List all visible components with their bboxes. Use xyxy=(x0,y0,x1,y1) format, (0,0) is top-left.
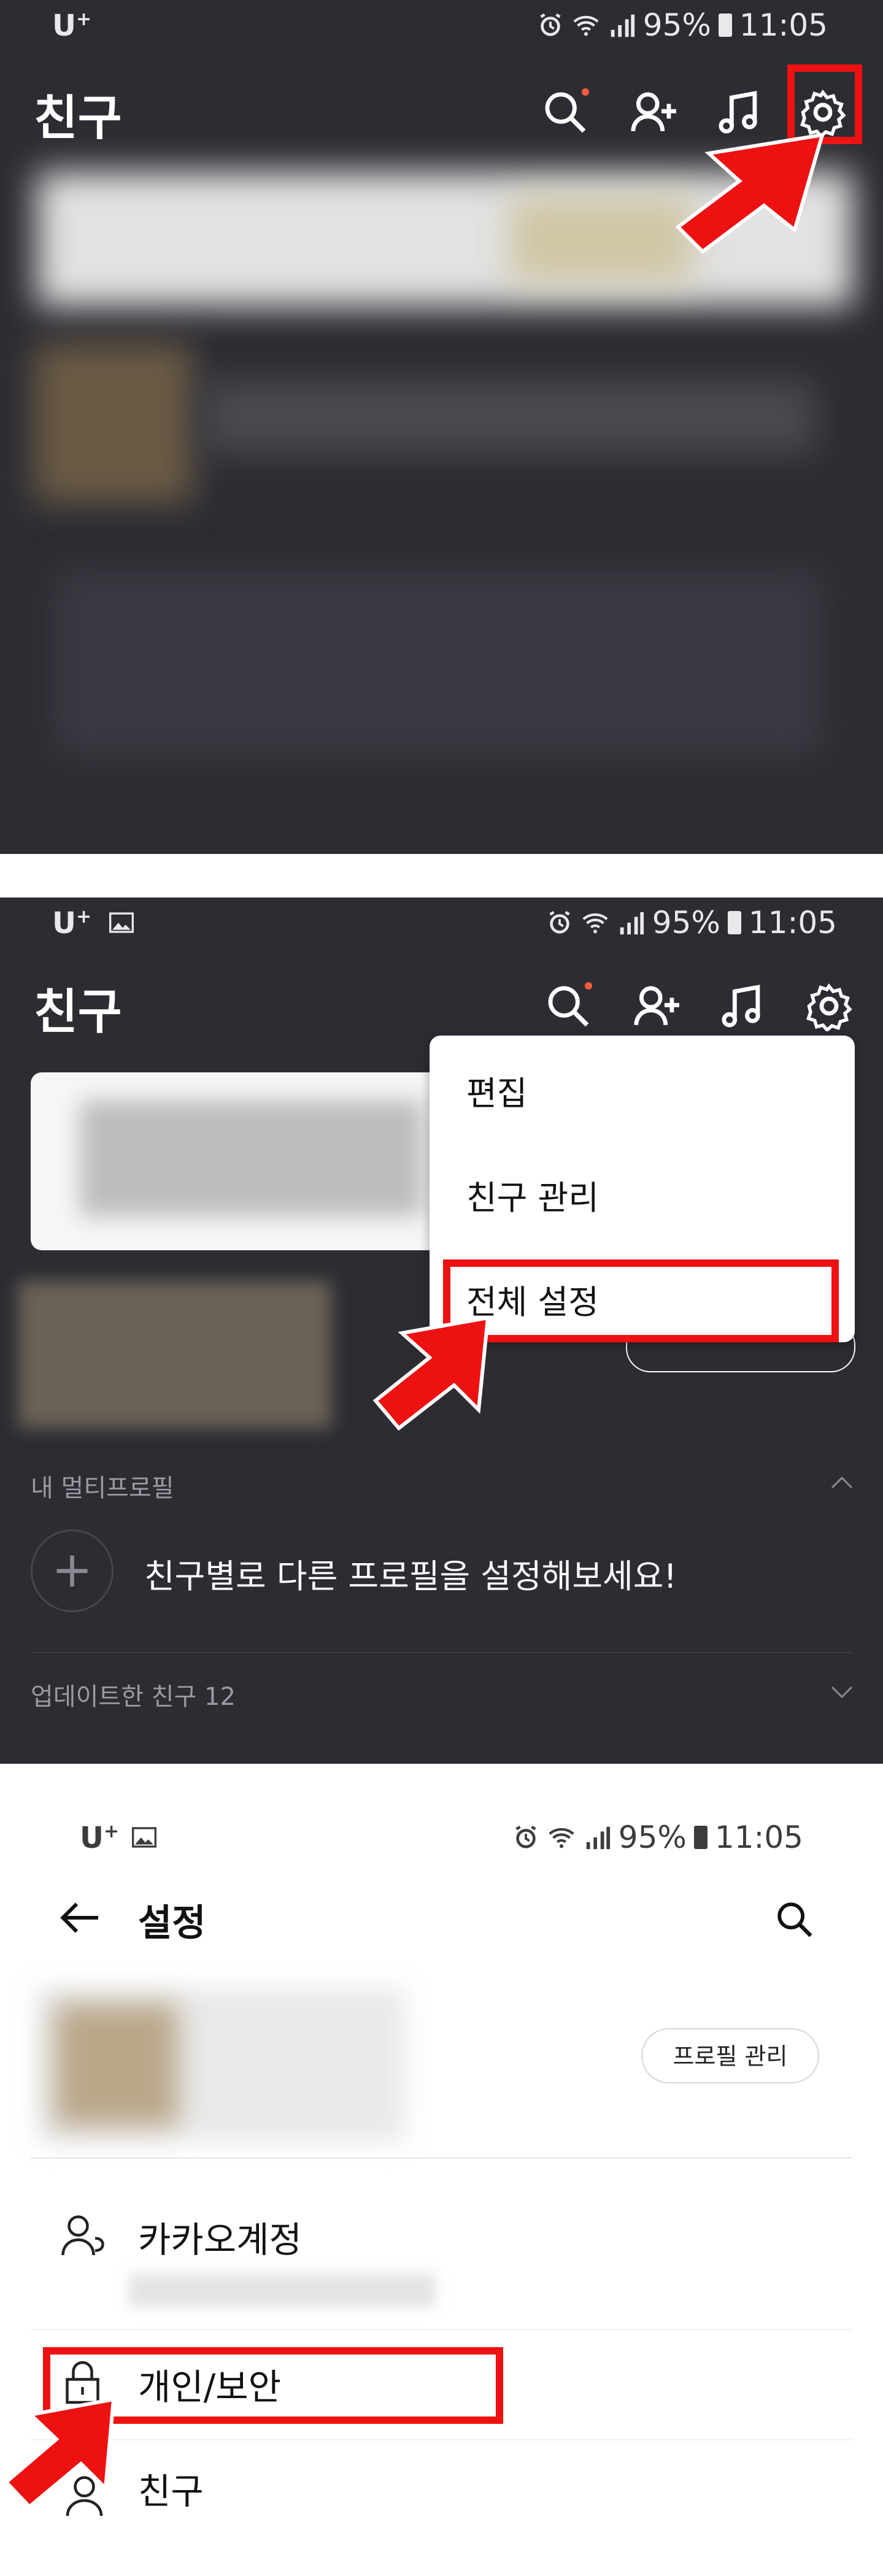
search-icon[interactable] xyxy=(773,1898,816,1941)
profile-manage-button[interactable]: 프로필 관리 xyxy=(641,2028,819,2083)
battery-percent: 95% xyxy=(618,1820,687,1855)
page-title: 친구 xyxy=(34,91,122,146)
signal-icon xyxy=(586,1826,610,1850)
divider xyxy=(31,2329,852,2330)
page-title: 설정 xyxy=(138,1902,206,1945)
wifi-icon xyxy=(582,913,608,934)
account-icon xyxy=(61,2215,104,2256)
screenshot-friends-tab: U+ 95% 11:05 친구 xyxy=(0,0,883,854)
alarm-icon xyxy=(515,1825,536,1848)
top-app-bar: 친구 xyxy=(0,966,883,1046)
page-title: 친구 xyxy=(34,985,122,1040)
wifi-icon xyxy=(549,1828,574,1848)
signal-icon xyxy=(620,912,644,935)
menu-item-manage-friends[interactable]: 친구 관리 xyxy=(466,1171,599,1219)
carrier-label: U+ xyxy=(52,906,92,940)
multiprofile-prompt[interactable]: 친구별로 다른 프로필을 설정해보세요! xyxy=(144,1549,677,1598)
status-bar: U+ 95% 11:05 xyxy=(0,0,883,55)
clock: 11:05 xyxy=(714,1820,803,1855)
music-icon[interactable] xyxy=(718,981,768,1031)
battery-percent: 95% xyxy=(642,7,711,43)
carrier-label: U+ xyxy=(80,1821,120,1855)
blurred-friend-row xyxy=(202,380,816,454)
screenshot-friends-menu-open: U+ 95% 11:05 친구 편집 친구 관리 전체 설정 내 멀티프로필 +… xyxy=(0,898,883,1764)
blurred-avatar xyxy=(55,2004,178,2126)
chevron-down-icon[interactable] xyxy=(830,1685,854,1701)
notification-dot xyxy=(582,88,589,96)
battery-percent: 95% xyxy=(652,905,720,940)
signal-icon xyxy=(611,14,634,37)
red-arrow-pointer xyxy=(372,1315,490,1431)
screenshot-settings: U+ 95% 11:05 설정 프로필 관리 카카오계정 개인/보안 친구 xyxy=(0,1807,883,2576)
divider xyxy=(31,1652,852,1653)
blurred-friend-list xyxy=(55,571,822,755)
blurred-account-email xyxy=(129,2274,436,2307)
blurred-avatar xyxy=(34,344,193,503)
divider xyxy=(31,2439,852,2440)
battery-icon xyxy=(718,13,732,37)
battery-icon xyxy=(693,1826,708,1849)
add-multiprofile-button[interactable]: + xyxy=(31,1529,114,1612)
alarm-icon xyxy=(540,13,561,36)
section-label-multiprofile: 내 멀티프로필 xyxy=(31,1474,174,1502)
status-bar: U+ 95% 11:05 xyxy=(0,1812,883,1867)
clock: 11:05 xyxy=(739,7,828,43)
search-icon[interactable] xyxy=(540,87,590,137)
blurred-friend-photo xyxy=(18,1281,331,1428)
blurred-profile-image xyxy=(80,1100,423,1217)
row-friends[interactable]: 친구 xyxy=(138,2463,204,2514)
gallery-notification-icon xyxy=(109,912,134,933)
divider xyxy=(31,2157,852,2159)
clock: 11:05 xyxy=(748,905,837,940)
red-arrow-pointer xyxy=(675,133,825,254)
search-icon[interactable] xyxy=(543,981,593,1031)
highlight-box-all-settings xyxy=(443,1259,839,1342)
menu-item-edit[interactable]: 편집 xyxy=(466,1066,527,1115)
add-friend-icon[interactable] xyxy=(632,981,682,1031)
section-label-updated-friends[interactable]: 업데이트한 친구 12 xyxy=(31,1677,236,1712)
carrier-label: U+ xyxy=(52,9,92,43)
alarm-icon xyxy=(549,910,570,934)
gallery-notification-icon xyxy=(132,1827,156,1848)
chevron-up-icon[interactable] xyxy=(830,1474,854,1490)
settings-gear-icon[interactable] xyxy=(804,981,854,1032)
wifi-icon xyxy=(573,15,599,36)
battery-icon xyxy=(727,911,741,934)
status-bar: U+ 95% 11:05 xyxy=(0,898,883,953)
red-arrow-pointer xyxy=(3,2397,116,2510)
back-arrow-icon[interactable] xyxy=(58,1899,101,1936)
notification-dot xyxy=(585,982,592,990)
row-kakao-account[interactable]: 카카오계정 xyxy=(138,2211,302,2263)
